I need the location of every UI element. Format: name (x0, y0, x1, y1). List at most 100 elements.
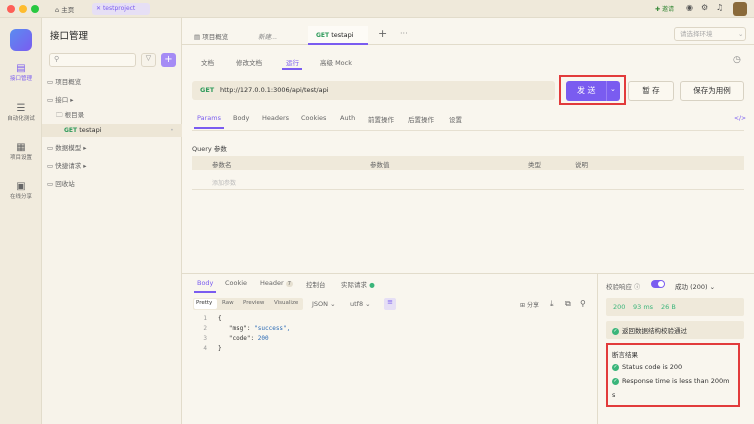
view-raw[interactable]: Raw (222, 300, 234, 306)
response-tab-label: Body (197, 279, 214, 287)
overview-icon: ▭ (47, 78, 54, 86)
minimize-window-button[interactable] (19, 5, 27, 13)
search-response-icon[interactable]: ⚲ (580, 299, 586, 308)
format-select[interactable]: JSON ⌄ (312, 300, 336, 308)
save-as-case-label: 保存为用例 (693, 86, 731, 95)
settings-icon[interactable]: ⚙ (701, 3, 708, 12)
tree-item-testapi[interactable]: GET testapi • (42, 124, 182, 137)
invite-button[interactable]: ✚ 邀请 (655, 4, 674, 13)
param-tab-cookies[interactable]: Cookies (301, 114, 326, 122)
tab-overview[interactable]: ▤ 项目概览 (194, 31, 228, 41)
add-button[interactable]: + (161, 53, 176, 67)
wrap-lines-icon[interactable]: ≡ (384, 298, 396, 310)
view-pretty[interactable]: Pretty (196, 300, 212, 306)
encoding-select[interactable]: utf8 ⌄ (350, 300, 371, 308)
param-tab-pre[interactable]: 前置操作 (368, 114, 394, 124)
avatar[interactable] (733, 2, 747, 16)
subtab-mock[interactable]: 高级 Mock (320, 57, 352, 67)
rail-label: 接口管理 (9, 76, 32, 82)
subtab-run[interactable]: 运行 (286, 57, 299, 67)
validation-result[interactable]: 成功 (200) ⌄ (675, 281, 715, 291)
tree-item-quick-request[interactable]: ▭ 快捷请求 ▸ (42, 160, 182, 173)
response-body[interactable]: { "msg": "success", "code": 200 } (218, 314, 290, 354)
view-preview[interactable]: Preview (243, 300, 264, 306)
url-bar[interactable]: GET http://127.0.0.1:3006/api/test/api (192, 81, 555, 100)
subtab-edit-doc[interactable]: 修改文档 (236, 57, 262, 67)
active-subtab-indicator (282, 68, 302, 70)
tree-item-data-model[interactable]: ▭ 数据模型 ▸ (42, 142, 182, 155)
tree-item-recycle[interactable]: ▭ 回收站 (42, 178, 182, 191)
history-icon[interactable]: ◷ (733, 55, 741, 65)
sidebar: 接口管理 ⚲ ▽ + ▭ 项目概览 ▭ 接口 ▸ 🗀 根目录 GET testa… (42, 18, 182, 424)
api-icon: ▤ (16, 63, 26, 74)
tree-item-overview[interactable]: ▭ 项目概览 (42, 76, 182, 89)
github-icon[interactable]: ◉ (686, 3, 693, 12)
search-input[interactable]: ⚲ (49, 53, 136, 67)
response-tab-cookie[interactable]: Cookie (225, 279, 247, 287)
subtab-doc[interactable]: 文档 (201, 57, 214, 67)
share-response-button[interactable]: ⊞ 分享 (520, 300, 539, 309)
project-tab[interactable]: ✕ testproject (92, 3, 150, 15)
param-tab-label: Headers (262, 114, 290, 122)
subtab-label: 运行 (286, 59, 299, 67)
validation-divider (597, 274, 598, 424)
home-tab[interactable]: ⌂ 主页 (55, 4, 74, 14)
json-value: "success", (254, 325, 291, 332)
tree-label: 接口 (55, 96, 69, 104)
tree-label: 项目概览 (55, 78, 82, 86)
params-table-header (192, 156, 744, 170)
more-tabs-icon[interactable]: ··· (400, 29, 408, 38)
param-tab-body[interactable]: Body (233, 114, 249, 122)
tree-item-root[interactable]: 🗀 根目录 (42, 109, 182, 122)
response-tab-console[interactable]: 控制台 (306, 279, 326, 289)
code-button[interactable]: </> (734, 115, 746, 122)
line-number: 1 (203, 315, 207, 322)
download-icon[interactable]: ⤓ (550, 299, 554, 309)
share-icon: ⊞ (520, 302, 526, 309)
validation-toggle[interactable] (651, 280, 665, 288)
schema-check-text: ✓ 返回数据结构校验通过 (612, 325, 687, 335)
close-window-button[interactable] (7, 5, 15, 13)
more-icon[interactable]: • (170, 124, 174, 137)
view-visualize[interactable]: Visualize (274, 300, 298, 306)
method-select[interactable]: GET (200, 86, 214, 94)
rail-item-api[interactable]: ▤ 接口管理 (0, 63, 42, 82)
add-tab-button[interactable]: + (378, 27, 387, 40)
filter-button[interactable]: ▽ (141, 53, 156, 67)
quick-request-icon: ▭ (47, 162, 54, 170)
save-as-case-button[interactable]: 保存为用例 (680, 81, 744, 101)
environment-select[interactable]: 请选择环境 ⌄ (674, 27, 746, 41)
response-tab-header[interactable]: Header 7 (260, 279, 293, 287)
param-tab-post[interactable]: 后置操作 (408, 114, 434, 124)
col-name: 参数名 (212, 161, 232, 169)
param-tab-headers[interactable]: Headers (262, 114, 289, 122)
rail-item-autotest[interactable]: ☰ 自动化测试 (0, 103, 42, 122)
url-input[interactable]: http://127.0.0.1:3006/api/test/api (220, 86, 329, 94)
line-numbers: 1 2 3 4 (199, 314, 207, 354)
save-draft-button[interactable]: 暂 存 (628, 81, 674, 101)
tree-label: 数据模型 (55, 144, 82, 152)
maximize-window-button[interactable] (31, 5, 39, 13)
save-label: 暂 存 (642, 86, 660, 95)
param-tab-auth[interactable]: Auth (340, 114, 355, 122)
notification-icon[interactable]: ♫ (716, 3, 723, 12)
param-tab-label: Params (197, 114, 221, 122)
tree-label: 快捷请求 (55, 162, 82, 170)
copy-icon[interactable]: ⧉ (565, 299, 571, 309)
param-tab-params[interactable]: Params (197, 114, 221, 122)
rail-item-settings[interactable]: ▦ 项目设置 (0, 142, 42, 161)
app-logo (10, 29, 32, 51)
param-tab-label: Body (233, 114, 250, 122)
response-tab-actual[interactable]: 实际请求 ● (341, 279, 375, 289)
add-param-input[interactable]: 添加参数 (212, 178, 236, 187)
param-tab-settings[interactable]: 设置 (449, 114, 462, 124)
header-count-badge: 7 (285, 281, 293, 287)
rail-item-share[interactable]: ▣ 在线分享 (0, 181, 42, 200)
response-meta: 200 93 ms 26 B (606, 298, 744, 316)
json-value: 200 (257, 335, 269, 342)
tab-new[interactable]: 新建... (258, 31, 277, 41)
tree-item-api[interactable]: ▭ 接口 ▸ (42, 94, 182, 107)
format-label: JSON (312, 300, 329, 308)
response-tab-body[interactable]: Body (197, 279, 213, 287)
tree-label: testapi (79, 126, 102, 134)
